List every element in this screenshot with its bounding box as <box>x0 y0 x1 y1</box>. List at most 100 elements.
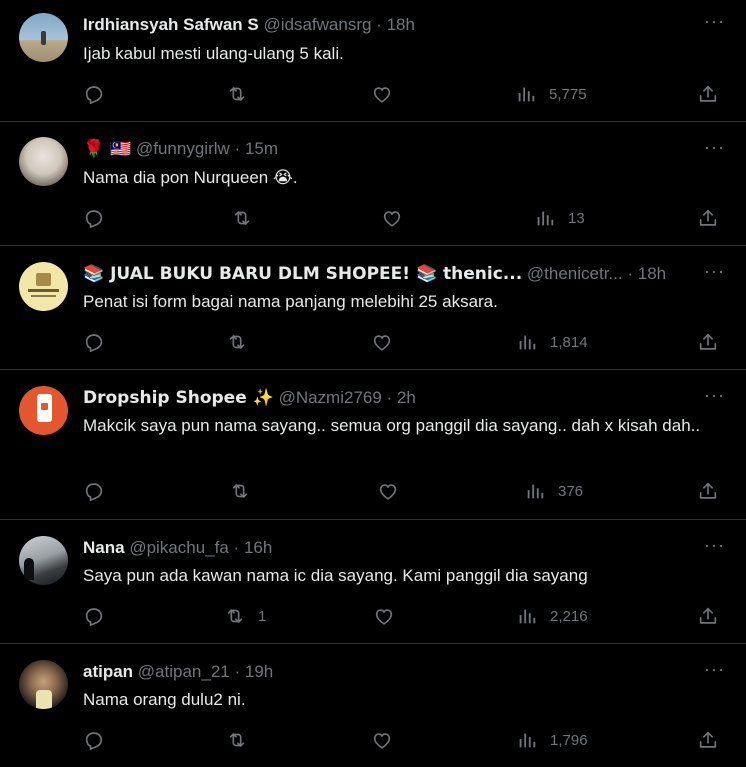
retweet-button[interactable]: 1 <box>224 604 266 628</box>
display-name[interactable]: Dropship Shopee ✨ <box>83 388 274 408</box>
tweet-header: Irdhiansyah Safwan S @idsafwansrg · 18h <box>83 14 686 36</box>
separator: · <box>234 662 241 681</box>
views-button[interactable]: 5,775 <box>515 82 587 106</box>
views-button[interactable]: 1,814 <box>516 330 588 354</box>
reply-button[interactable] <box>83 206 117 230</box>
tweet-card[interactable]: 📚 JUAL BUKU BARU DLM SHOPEE! 📚 thenic...… <box>0 246 746 370</box>
display-name[interactable]: 📚 JUAL BUKU BARU DLM SHOPEE! 📚 thenic... <box>83 264 522 284</box>
views-button[interactable]: 376 <box>524 479 583 503</box>
views-count: 1,796 <box>550 731 588 749</box>
retweet-count: 1 <box>258 607 267 625</box>
tweet-text: Saya pun ada kawan nama ic dia sayang. K… <box>83 566 588 585</box>
share-button[interactable] <box>697 206 719 230</box>
share-icon <box>697 480 719 502</box>
like-icon <box>373 605 395 627</box>
handle[interactable]: @atipan_21 <box>138 662 230 681</box>
views-button[interactable]: 2,216 <box>516 604 588 628</box>
share-button[interactable] <box>697 330 719 354</box>
separator: · <box>376 15 382 34</box>
views-count: 376 <box>558 482 584 500</box>
retweet-icon <box>226 83 248 105</box>
views-count: 2,216 <box>550 607 588 625</box>
like-button[interactable] <box>381 206 403 230</box>
retweet-icon <box>231 207 253 229</box>
like-button[interactable] <box>371 82 393 106</box>
timestamp[interactable]: 16h <box>244 538 272 557</box>
tweet-card[interactable]: Nana @pikachu_fa · 16h ··· Saya pun ada … <box>0 520 746 644</box>
more-icon[interactable]: ··· <box>704 660 724 682</box>
avatar[interactable] <box>19 13 68 62</box>
reply-button[interactable] <box>83 330 117 354</box>
reply-icon <box>83 480 105 502</box>
reply-icon <box>83 729 105 751</box>
action-bar: 1,814 <box>83 330 724 354</box>
like-icon <box>381 207 403 229</box>
share-button[interactable] <box>697 604 719 628</box>
share-button[interactable] <box>697 82 719 106</box>
handle[interactable]: @thenicetr... <box>527 264 623 283</box>
reply-icon <box>83 207 105 229</box>
separator: · <box>234 139 241 158</box>
share-icon <box>697 729 719 751</box>
retweet-button[interactable] <box>226 728 260 752</box>
timestamp[interactable]: 15m <box>245 139 278 158</box>
retweet-button[interactable] <box>226 82 260 106</box>
handle[interactable]: @Nazmi2769 <box>279 388 382 407</box>
timestamp[interactable]: 18h <box>387 15 415 34</box>
like-button[interactable] <box>371 330 393 354</box>
share-icon <box>697 605 719 627</box>
avatar[interactable] <box>19 386 68 435</box>
tweet-header: 📚 JUAL BUKU BARU DLM SHOPEE! 📚 thenic...… <box>83 263 686 285</box>
tweet-card[interactable]: atipan @atipan_21 · 19h ··· Nama orang d… <box>0 644 746 767</box>
tweet-header: 🌹 🇲🇾 @funnygirlw · 15m <box>83 138 686 160</box>
share-button[interactable] <box>697 728 719 752</box>
avatar[interactable] <box>19 137 68 186</box>
retweet-button[interactable] <box>226 330 260 354</box>
timestamp[interactable]: 18h <box>638 264 666 283</box>
retweet-button[interactable] <box>231 206 265 230</box>
views-icon <box>516 605 538 627</box>
display-name[interactable]: Nana <box>83 538 125 557</box>
like-icon <box>371 729 393 751</box>
like-button[interactable] <box>373 604 395 628</box>
reply-button[interactable] <box>83 479 117 503</box>
views-icon <box>516 729 538 751</box>
reply-button[interactable] <box>83 604 117 628</box>
tweet-text: Ijab kabul mesti ulang-ulang 5 kali. <box>83 44 344 63</box>
avatar[interactable] <box>19 660 68 709</box>
share-button[interactable] <box>697 479 719 503</box>
handle[interactable]: @funnygirlw <box>136 139 230 158</box>
reply-button[interactable] <box>83 82 117 106</box>
handle[interactable]: @pikachu_fa <box>129 538 229 557</box>
more-icon[interactable]: ··· <box>704 536 724 558</box>
avatar[interactable] <box>19 262 68 311</box>
tweet-card[interactable]: Irdhiansyah Safwan S @idsafwansrg · 18h … <box>0 0 746 122</box>
views-button[interactable]: 13 <box>534 206 585 230</box>
display-name[interactable]: 🌹 🇲🇾 <box>83 139 131 159</box>
more-icon[interactable]: ··· <box>704 12 724 34</box>
tweet-card[interactable]: 🌹 🇲🇾 @funnygirlw · 15m ··· Nama dia pon … <box>0 122 746 246</box>
display-name[interactable]: atipan <box>83 662 133 681</box>
avatar[interactable] <box>19 536 68 585</box>
more-icon[interactable]: ··· <box>704 138 724 160</box>
like-button[interactable] <box>371 728 393 752</box>
retweet-button[interactable] <box>229 479 263 503</box>
display-name[interactable]: Irdhiansyah Safwan S <box>83 15 259 34</box>
timestamp[interactable]: 2h <box>397 388 416 407</box>
tweet-text: Makcik saya pun nama sayang.. semua org … <box>83 416 701 435</box>
timestamp[interactable]: 19h <box>245 662 273 681</box>
retweet-icon <box>226 729 248 751</box>
reply-icon <box>83 605 105 627</box>
more-icon[interactable]: ··· <box>704 262 724 284</box>
separator: · <box>386 388 393 407</box>
views-button[interactable]: 1,796 <box>516 728 588 752</box>
views-icon <box>516 331 538 353</box>
handle[interactable]: @idsafwansrg <box>263 15 371 34</box>
more-icon[interactable]: ··· <box>704 386 724 408</box>
tweet-card[interactable]: Dropship Shopee ✨ @Nazmi2769 · 2h ··· Ma… <box>0 370 746 520</box>
views-count: 1,814 <box>550 333 588 351</box>
reply-button[interactable] <box>83 728 117 752</box>
action-bar: 1 2,216 <box>83 604 724 628</box>
like-button[interactable] <box>377 479 399 503</box>
tweet-text: Nama dia pon Nurqueen 😭. <box>83 168 298 187</box>
